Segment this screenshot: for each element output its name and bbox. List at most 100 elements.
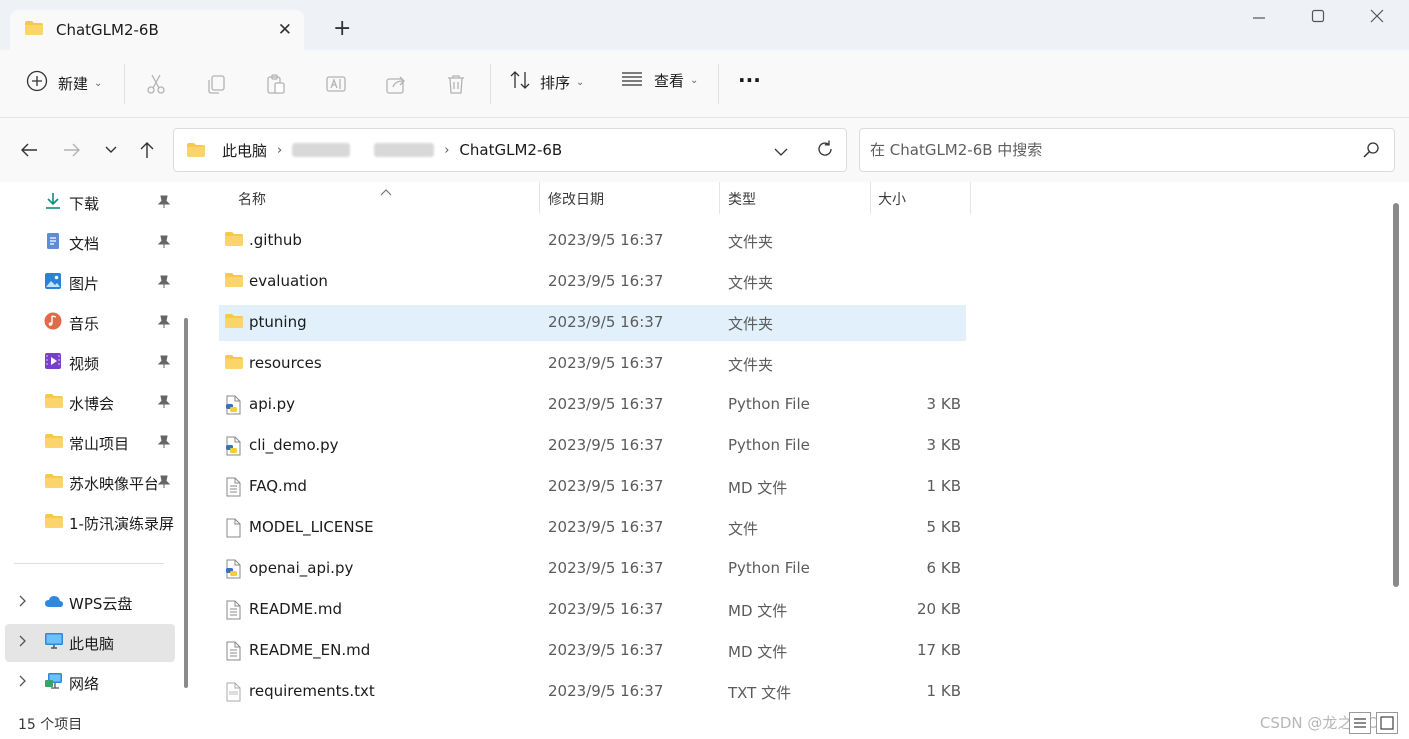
view-label: 查看 bbox=[654, 72, 685, 90]
paste-icon[interactable] bbox=[264, 72, 288, 96]
sidebar-scrollbar[interactable] bbox=[184, 318, 188, 688]
table-row[interactable]: resources 2023/9/5 16:37 文件夹 bbox=[219, 346, 966, 382]
file-modified: 2023/9/5 16:37 bbox=[548, 477, 664, 495]
file-modified: 2023/9/5 16:37 bbox=[548, 354, 664, 372]
sidebar-item-sushui[interactable]: 苏水映像平台 bbox=[0, 464, 176, 502]
more-options-button[interactable]: ··· bbox=[738, 68, 761, 92]
sidebar-item-documents[interactable]: 文档 bbox=[0, 224, 176, 262]
chevron-right-icon[interactable] bbox=[18, 635, 26, 651]
command-bar: 新建 ⌄ 排序 ⌄ 查看 ⌄ ··· bbox=[0, 50, 1409, 118]
folder-icon bbox=[224, 313, 244, 333]
column-header-label: 大小 bbox=[878, 192, 906, 208]
column-header-modified[interactable]: 修改日期 bbox=[548, 182, 604, 216]
sidebar-item-pictures[interactable]: 图片 bbox=[0, 264, 176, 302]
chevron-down-icon: ⌄ bbox=[94, 77, 103, 89]
address-bar[interactable]: 此电脑 › › ChatGLM2-6B bbox=[173, 128, 847, 172]
sidebar-item-this-pc[interactable]: 此电脑 bbox=[5, 624, 175, 662]
minimize-button[interactable] bbox=[1247, 8, 1271, 28]
chevron-right-icon[interactable] bbox=[18, 595, 26, 611]
sidebar-item-downloads[interactable]: 下载 bbox=[0, 184, 176, 222]
file-name: .github bbox=[249, 231, 302, 249]
tab-chatglm2[interactable]: ChatGLM2-6B ✕ bbox=[10, 10, 304, 50]
column-divider[interactable] bbox=[870, 182, 871, 214]
download-icon bbox=[44, 192, 62, 214]
table-row[interactable]: api.py 2023/9/5 16:37 Python File 3 KB bbox=[219, 387, 966, 423]
column-header-label: 类型 bbox=[728, 192, 756, 208]
column-divider[interactable] bbox=[970, 182, 971, 214]
table-row[interactable]: README_EN.md 2023/9/5 16:37 MD 文件 17 KB bbox=[219, 633, 966, 669]
chevron-down-icon: ⌄ bbox=[576, 76, 585, 88]
table-row[interactable]: requirements.txt 2023/9/5 16:37 TXT 文件 1… bbox=[219, 674, 966, 710]
column-header-name[interactable]: 名称 bbox=[238, 182, 266, 216]
sidebar-item-network[interactable]: 网络 bbox=[0, 664, 176, 702]
file-type: MD 文件 bbox=[728, 602, 788, 620]
redacted-breadcrumb[interactable] bbox=[374, 143, 435, 157]
sidebar-item-wps-cloud[interactable]: WPS云盘 bbox=[0, 584, 176, 622]
column-divider[interactable] bbox=[719, 182, 720, 214]
maximize-button[interactable] bbox=[1306, 8, 1330, 28]
sidebar-item-fangxun[interactable]: 1-防汛演练录屏 bbox=[0, 504, 176, 542]
file-name: resources bbox=[249, 354, 322, 372]
file-modified: 2023/9/5 16:37 bbox=[548, 600, 664, 618]
folder-icon bbox=[44, 473, 64, 493]
file-name: openai_api.py bbox=[249, 559, 354, 577]
column-header-type[interactable]: 类型 bbox=[728, 182, 756, 216]
file-modified: 2023/9/5 16:37 bbox=[548, 436, 664, 454]
sidebar-item-shuibohui[interactable]: 水博会 bbox=[0, 384, 176, 422]
table-row[interactable]: MODEL_LICENSE 2023/9/5 16:37 文件 5 KB bbox=[219, 510, 966, 546]
up-icon[interactable] bbox=[134, 137, 160, 163]
table-row[interactable]: FAQ.md 2023/9/5 16:37 MD 文件 1 KB bbox=[219, 469, 966, 505]
share-icon[interactable] bbox=[384, 72, 408, 96]
new-button[interactable]: 新建 ⌄ bbox=[26, 70, 102, 96]
table-row[interactable]: cli_demo.py 2023/9/5 16:37 Python File 3… bbox=[219, 428, 966, 464]
redacted-breadcrumb[interactable] bbox=[292, 143, 351, 157]
sort-button[interactable]: 排序 ⌄ bbox=[509, 70, 584, 94]
back-icon[interactable] bbox=[16, 137, 42, 163]
table-row-selected[interactable]: ptuning 2023/9/5 16:37 文件夹 bbox=[219, 305, 966, 341]
details-view-button[interactable] bbox=[1349, 712, 1371, 734]
file-list: 名称 修改日期 类型 大小 .github 2023/9/5 16:37 文件夹… bbox=[200, 182, 1409, 710]
chevron-right-icon[interactable] bbox=[18, 675, 26, 691]
sidebar-item-changshan[interactable]: 常山项目 bbox=[0, 424, 176, 462]
table-row[interactable]: .github 2023/9/5 16:37 文件夹 bbox=[219, 223, 966, 259]
file-name: requirements.txt bbox=[249, 682, 375, 700]
table-row[interactable]: README.md 2023/9/5 16:37 MD 文件 20 KB bbox=[219, 592, 966, 628]
column-header-size[interactable]: 大小 bbox=[878, 182, 906, 216]
sidebar-item-music[interactable]: 音乐 bbox=[0, 304, 176, 342]
file-modified: 2023/9/5 16:37 bbox=[548, 395, 664, 413]
refresh-icon[interactable] bbox=[815, 139, 835, 163]
address-dropdown-icon[interactable] bbox=[774, 143, 788, 161]
file-size: 3 KB bbox=[926, 436, 961, 454]
new-tab-button[interactable]: + bbox=[333, 18, 351, 40]
sort-icon bbox=[509, 70, 531, 94]
view-button[interactable]: 查看 ⌄ bbox=[621, 70, 698, 91]
breadcrumb-separator[interactable]: › bbox=[277, 143, 282, 158]
forward-icon[interactable] bbox=[59, 137, 85, 163]
breadcrumb-this-pc[interactable]: 此电脑 bbox=[222, 140, 267, 161]
picture-icon bbox=[44, 272, 62, 294]
cut-icon[interactable] bbox=[144, 72, 168, 96]
file-list-scrollbar[interactable] bbox=[1393, 203, 1399, 587]
search-input[interactable] bbox=[860, 129, 1340, 171]
divider bbox=[14, 563, 164, 564]
large-icons-view-button[interactable] bbox=[1376, 712, 1398, 734]
table-row[interactable]: openai_api.py 2023/9/5 16:37 Python File… bbox=[219, 551, 966, 587]
rename-icon[interactable] bbox=[324, 72, 348, 96]
pin-icon bbox=[157, 475, 171, 492]
delete-icon[interactable] bbox=[444, 72, 468, 96]
copy-icon[interactable] bbox=[204, 72, 228, 96]
file-name: api.py bbox=[249, 395, 296, 413]
window-close-button[interactable] bbox=[1365, 8, 1389, 28]
folder-icon bbox=[44, 433, 64, 453]
breadcrumb-separator[interactable]: › bbox=[444, 143, 449, 158]
table-row[interactable]: evaluation 2023/9/5 16:37 文件夹 bbox=[219, 264, 966, 300]
search-icon[interactable] bbox=[1362, 141, 1380, 163]
sidebar-item-videos[interactable]: 视频 bbox=[0, 344, 176, 382]
folder-icon bbox=[24, 20, 44, 40]
column-divider[interactable] bbox=[539, 182, 540, 214]
file-modified: 2023/9/5 16:37 bbox=[548, 641, 664, 659]
breadcrumb-current[interactable]: ChatGLM2-6B bbox=[459, 141, 562, 159]
recent-locations-icon[interactable] bbox=[98, 137, 124, 163]
tab-close-icon[interactable]: ✕ bbox=[278, 20, 292, 40]
file-type: 文件夹 bbox=[728, 274, 774, 292]
